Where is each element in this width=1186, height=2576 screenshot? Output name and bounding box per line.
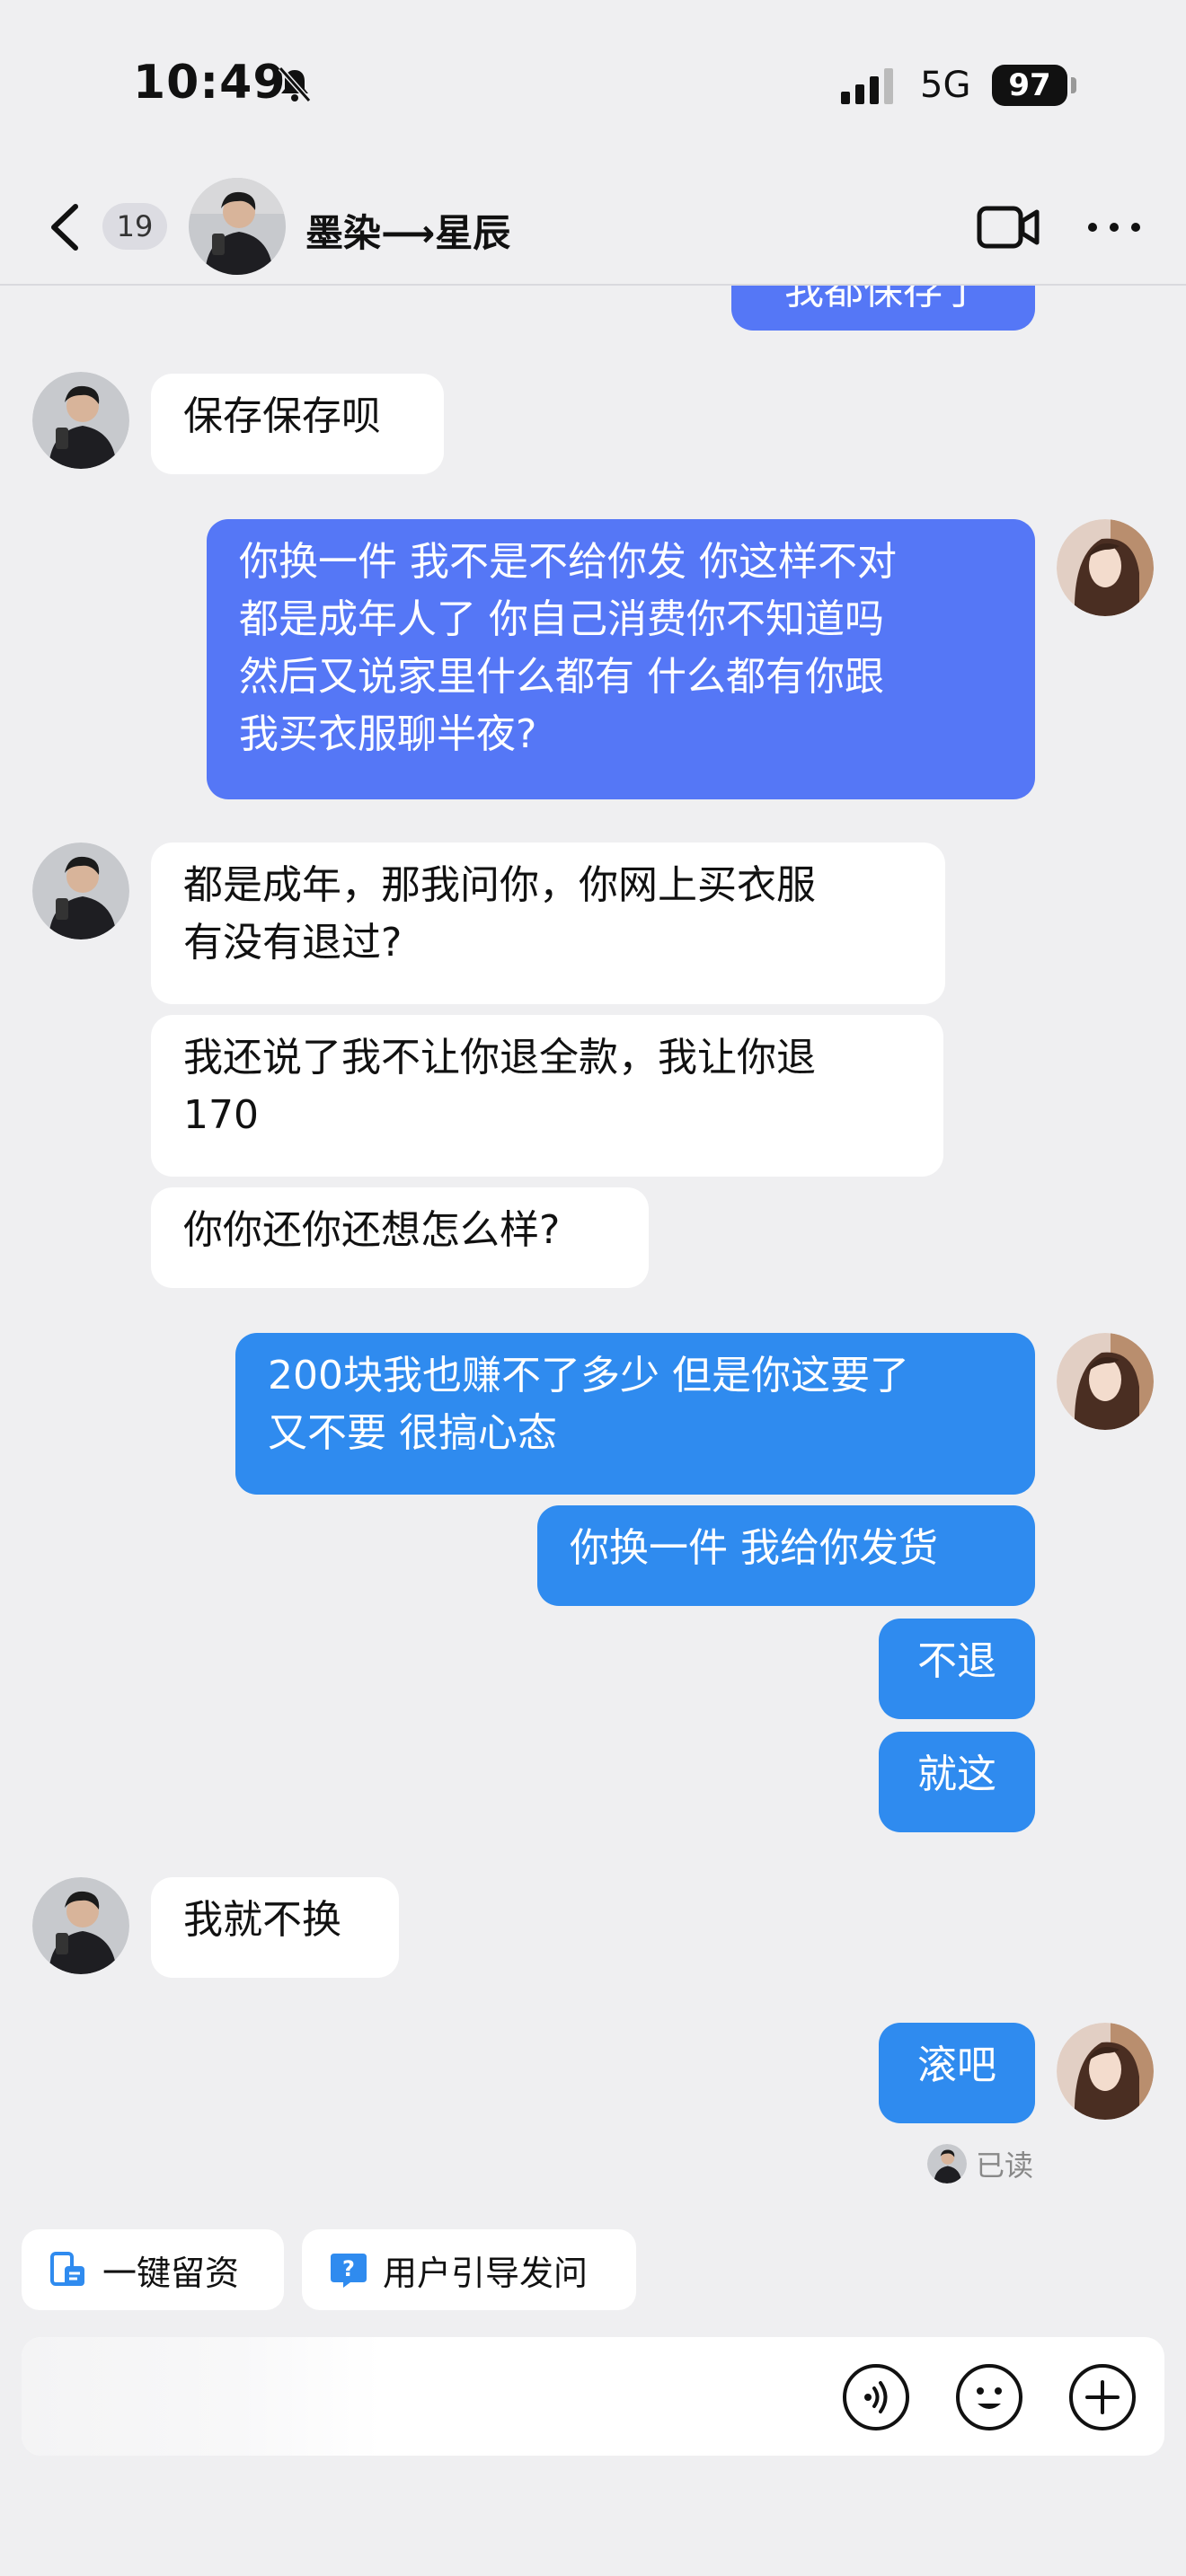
bell-muted-icon <box>278 66 312 102</box>
battery-tip <box>1071 77 1076 93</box>
status-time: 10:49 <box>133 56 287 110</box>
quick-action-label: 一键留资 <box>102 2253 240 2293</box>
unread-count-badge[interactable]: 19 <box>102 203 167 250</box>
message-bubble-outgoing[interactable]: 不退 <box>879 1619 1035 1719</box>
message-bubble-outgoing[interactable]: 就这 <box>879 1732 1035 1832</box>
emoji-icon[interactable] <box>954 2362 1024 2432</box>
video-call-icon[interactable] <box>976 201 1040 253</box>
battery-indicator: 97 <box>992 65 1067 106</box>
quick-action-leave-info[interactable]: 一键留资 <box>22 2229 284 2310</box>
status-bar: 10:49 5G 97 <box>0 0 1186 171</box>
message-bubble-incoming[interactable]: 你你还你还想怎么样? <box>151 1187 649 1288</box>
quick-action-label: 用户引导发问 <box>383 2253 589 2293</box>
message-bubble-outgoing[interactable]: 200块我也赚不了多少 但是你这要了 又不要 很搞心态 <box>235 1333 1035 1495</box>
read-status-label: 已读 <box>976 2148 1034 2183</box>
contact-avatar[interactable] <box>32 372 129 469</box>
message-bubble-outgoing[interactable]: 你换一件 我不是不给你发 你这样不对 都是成年人了 你自己消费你不知道吗 然后又… <box>207 519 1035 799</box>
network-label: 5G <box>920 65 971 106</box>
phone-form-icon <box>50 2252 84 2286</box>
svg-text:?: ? <box>342 2256 355 2281</box>
message-bubble-incoming[interactable]: 我就不换 <box>151 1877 399 1978</box>
question-icon: ? <box>331 2254 367 2288</box>
message-bubble-incoming[interactable]: 都是成年，那我问你，你网上买衣服 有没有退过? <box>151 842 945 1004</box>
chat-header: 19 墨染⟶星辰 <box>0 171 1186 286</box>
contact-avatar[interactable] <box>32 1877 129 1974</box>
contact-avatar[interactable] <box>189 178 286 275</box>
battery-level: 97 <box>1008 67 1051 103</box>
user-avatar[interactable] <box>1057 519 1154 616</box>
back-chevron-icon[interactable] <box>43 198 88 257</box>
more-options-icon[interactable] <box>1085 214 1143 241</box>
quick-action-guide-question[interactable]: ? 用户引导发问 <box>302 2229 636 2310</box>
message-bubble-outgoing[interactable]: 滚吧 <box>879 2023 1035 2123</box>
contact-avatar[interactable] <box>32 842 129 940</box>
reader-avatar <box>927 2144 967 2183</box>
message-bubble-outgoing[interactable]: 我都保存了 <box>731 286 1035 331</box>
message-bubble-outgoing[interactable]: 你换一件 我给你发货 <box>537 1505 1035 1606</box>
unread-count: 19 <box>116 209 154 243</box>
voice-input-icon[interactable] <box>841 2362 911 2432</box>
message-bubble-incoming[interactable]: 我还说了我不让你退全款，我让你退 170 <box>151 1015 943 1177</box>
user-avatar[interactable] <box>1057 2023 1154 2120</box>
message-bubble-incoming[interactable]: 保存保存呗 <box>151 374 444 474</box>
add-plus-icon[interactable] <box>1067 2362 1137 2432</box>
message-input-bar <box>22 2337 1164 2456</box>
message-input[interactable] <box>40 2351 834 2443</box>
contact-name[interactable]: 墨染⟶星辰 <box>305 203 510 258</box>
user-avatar[interactable] <box>1057 1333 1154 1430</box>
read-receipt: 已读 <box>927 2143 1033 2184</box>
message-list[interactable]: 我都保存了 保存保存呗 你换一件 我不是不给你发 你这样不对 都是成年人了 你自… <box>0 286 1186 2199</box>
signal-icon <box>841 68 893 104</box>
